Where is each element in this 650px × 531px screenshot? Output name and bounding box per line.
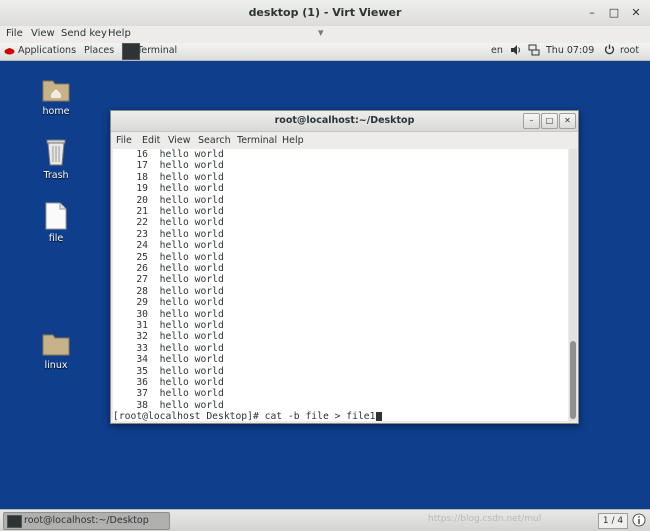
terminal-close-button[interactable]: ✕ (559, 113, 576, 129)
terminal-line: 32 hello world (113, 331, 224, 343)
keyboard-layout-indicator[interactable]: en (491, 45, 503, 56)
viewer-menu-view[interactable]: View (31, 28, 55, 39)
terminal-scrollbar-thumb[interactable] (570, 341, 576, 419)
terminal-line: 33 hello world (113, 342, 224, 354)
notification-info-icon[interactable] (632, 513, 646, 530)
terminal-title: root@localhost:~/Desktop (274, 115, 415, 126)
taskbar-terminal-button[interactable]: root@localhost:~/Desktop (3, 512, 170, 530)
viewer-menu-file[interactable]: File (6, 28, 23, 39)
terminal-line: 28 hello world (113, 285, 224, 297)
places-menu[interactable]: Places (84, 45, 114, 56)
terminal-line: 31 hello world (113, 320, 224, 331)
terminal-prompt-line[interactable]: [root@localhost Desktop]# cat -b file > … (113, 411, 375, 421)
volume-icon[interactable] (510, 44, 522, 59)
viewer-menu-help[interactable]: Help (108, 28, 131, 39)
power-icon[interactable] (604, 44, 615, 58)
terminal-maximize-button[interactable]: □ (541, 113, 558, 129)
terminal-line: 35 hello world (113, 365, 224, 377)
terminal-line: 27 hello world (113, 274, 224, 286)
applications-menu[interactable]: Applications (18, 45, 76, 56)
file-icon (45, 202, 67, 230)
desktop-icon-trash-label: Trash (43, 170, 69, 181)
gnome-top-panel: Applications Places Terminal en Thu 07:0… (0, 43, 650, 61)
viewer-maximize-button[interactable]: □ (606, 5, 622, 21)
terminal-window[interactable]: root@localhost:~/Desktop – □ ✕ File Edit… (110, 110, 579, 424)
terminal-menubar: File Edit View Search Terminal Help (111, 132, 578, 149)
terminal-line: 24 hello world (113, 240, 224, 252)
desktop-icon-linux-label: linux (44, 360, 68, 371)
terminal-menu-edit[interactable]: Edit (142, 135, 160, 146)
terminal-line: 30 hello world (113, 308, 224, 320)
desktop-icon-home-label: home (42, 106, 70, 117)
terminal-output[interactable]: 16 hello world 17 hello world 18 hello w… (113, 149, 568, 421)
terminal-line: 18 hello world (113, 171, 224, 183)
user-menu[interactable]: root (620, 45, 639, 56)
viewer-title: desktop (1) - Virt Viewer (248, 6, 402, 19)
folder-icon (42, 334, 70, 356)
viewer-minimize-button[interactable]: – (584, 5, 600, 21)
taskbar-terminal-label: root@localhost:~/Desktop (24, 515, 149, 526)
terminal-line: 36 hello world (113, 377, 224, 388)
viewer-menu-send-key[interactable]: Send key (61, 28, 107, 39)
terminal-launcher-label: Terminal (137, 45, 178, 56)
terminal-titlebar[interactable]: root@localhost:~/Desktop – □ ✕ (111, 111, 578, 132)
desktop-icon-home[interactable]: home (26, 75, 86, 117)
terminal-menu-file[interactable]: File (116, 135, 132, 146)
terminal-line: 38 hello world (113, 399, 224, 411)
terminal-menu-terminal[interactable]: Terminal (237, 135, 277, 146)
desktop-icon-file[interactable]: file (26, 202, 86, 244)
terminal-line: 22 hello world (113, 217, 224, 229)
home-folder-icon (42, 80, 70, 102)
terminal-line: 26 hello world (113, 263, 224, 274)
terminal-minimize-button[interactable]: – (523, 113, 540, 129)
terminal-line: 37 hello world (113, 388, 224, 400)
redhat-logo-icon (4, 45, 15, 59)
terminal-line: 23 hello world (113, 228, 224, 240)
watermark-text: https://blog.csdn.net/mul (428, 514, 542, 524)
workspace-switcher[interactable]: 1 / 4 (598, 513, 628, 529)
trash-icon (46, 139, 66, 166)
desktop-icon-trash[interactable]: Trash (26, 137, 86, 181)
panel-clock[interactable]: Thu 07:09 (546, 45, 594, 56)
terminal-icon (7, 515, 22, 528)
desktop-icon-file-label: file (48, 233, 64, 244)
terminal-line: 17 hello world (113, 160, 224, 172)
terminal-line: 20 hello world (113, 194, 224, 206)
viewer-menubar: File View Send key Help ▾ (0, 26, 650, 43)
terminal-menu-search[interactable]: Search (198, 135, 231, 146)
terminal-launcher[interactable]: Terminal (122, 43, 183, 60)
terminal-line: 16 hello world (113, 149, 224, 160)
terminal-cursor (376, 412, 382, 421)
viewer-close-button[interactable]: ✕ (628, 5, 644, 21)
terminal-line: 29 hello world (113, 297, 224, 309)
drag-handle-icon[interactable]: ▾ (318, 26, 324, 39)
terminal-line: 34 hello world (113, 354, 224, 366)
terminal-line: 25 hello world (113, 251, 224, 263)
bottom-taskbar: root@localhost:~/Desktop https://blog.cs… (0, 509, 650, 531)
terminal-line: 21 hello world (113, 206, 224, 217)
terminal-menu-help[interactable]: Help (282, 135, 304, 146)
network-icon[interactable] (528, 44, 540, 59)
terminal-scrollbar[interactable] (569, 149, 577, 421)
terminal-line: 19 hello world (113, 183, 224, 195)
desktop-icon-linux[interactable]: linux (26, 329, 86, 371)
viewer-titlebar: desktop (1) - Virt Viewer – □ ✕ (0, 0, 650, 27)
terminal-menu-view[interactable]: View (168, 135, 191, 146)
